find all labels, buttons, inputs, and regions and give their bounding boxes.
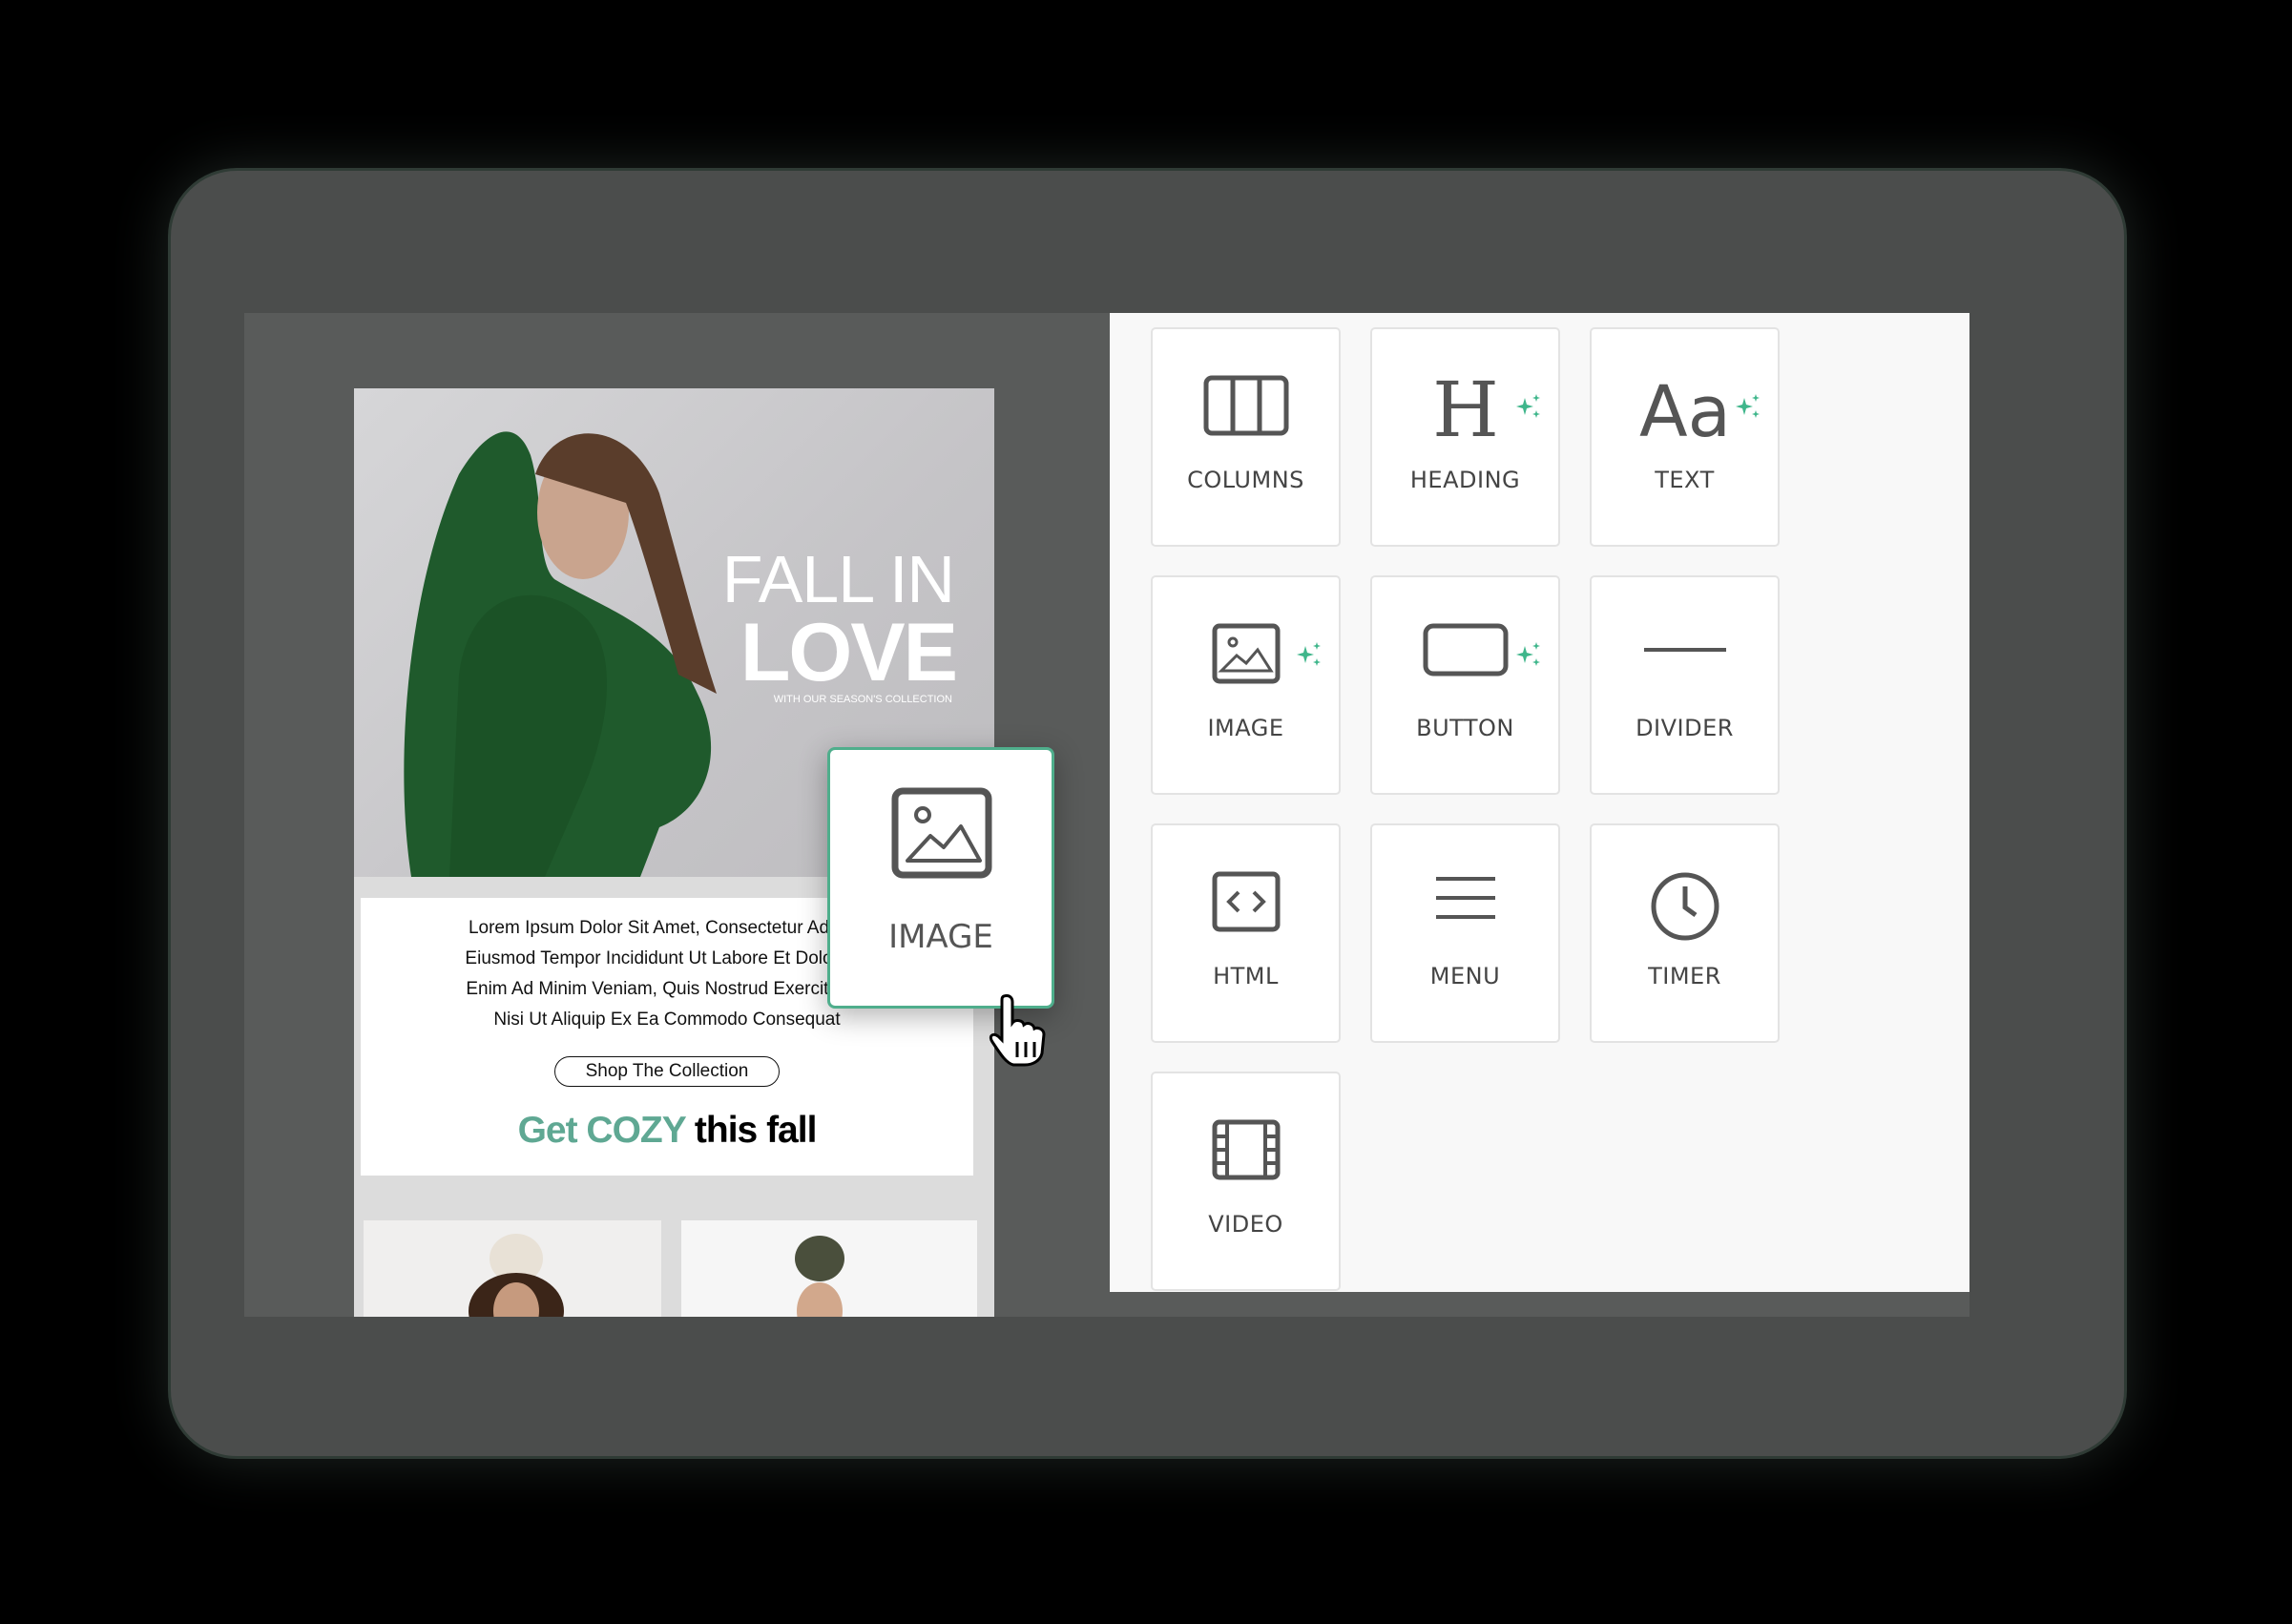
film-icon — [1212, 1119, 1280, 1180]
content-panel: COLUMNS H HEADING Aa TEXT IMAGE BUTTON DIVIDER H… — [1110, 313, 1969, 1292]
divider-icon — [1643, 648, 1726, 652]
tile-label: TIMER — [1648, 963, 1721, 989]
tile-label: DIVIDER — [1636, 715, 1734, 741]
product-image[interactable] — [364, 1220, 661, 1317]
tile-label: TEXT — [1655, 467, 1715, 493]
heading-icon: H — [1432, 375, 1499, 442]
svg-text:Aa: Aa — [1639, 375, 1731, 442]
tile-timer[interactable]: TIMER — [1590, 823, 1780, 1043]
tile-html[interactable]: HTML — [1151, 823, 1341, 1043]
tile-label: COLUMNS — [1187, 467, 1304, 493]
svg-text:H: H — [1432, 375, 1499, 442]
tile-divider[interactable]: DIVIDER — [1590, 575, 1780, 795]
text-icon: Aa — [1639, 375, 1731, 442]
ai-sparkle-icon — [1516, 642, 1540, 666]
tile-label: MENU — [1429, 963, 1501, 989]
image-icon — [891, 787, 992, 879]
tile-video[interactable]: VIDEO — [1151, 1072, 1341, 1291]
tile-text[interactable]: Aa TEXT — [1590, 327, 1780, 547]
tile-image[interactable]: IMAGE — [1151, 575, 1341, 795]
code-icon — [1212, 871, 1280, 932]
tagline: Get COZY this fall — [361, 1110, 973, 1152]
tile-label: VIDEO — [1208, 1211, 1283, 1238]
hero-subtitle: WITH OUR SEASON'S COLLECTION — [773, 694, 952, 705]
tile-label: HEADING — [1409, 467, 1521, 493]
ai-sparkle-icon — [1297, 642, 1321, 666]
tile-columns[interactable]: COLUMNS — [1151, 327, 1341, 547]
hand-cursor-icon — [989, 994, 1046, 1067]
tagline-accent: Get COZY — [517, 1110, 686, 1151]
product-image[interactable] — [681, 1220, 977, 1317]
ai-sparkle-icon — [1736, 394, 1760, 418]
image-icon — [1212, 623, 1280, 684]
tile-menu[interactable]: MENU — [1370, 823, 1560, 1043]
shop-collection-button[interactable]: Shop The Collection — [553, 1056, 781, 1087]
tile-button[interactable]: BUTTON — [1370, 575, 1560, 795]
editor-stage: FALL IN LOVE WITH OUR SEASON'S COLLECTIO… — [244, 313, 1969, 1317]
tagline-rest: this fall — [685, 1110, 818, 1151]
dragging-image-tile[interactable]: IMAGE — [827, 747, 1054, 1009]
menu-icon — [1435, 877, 1495, 919]
clock-icon — [1651, 872, 1719, 941]
drag-label: IMAGE — [888, 918, 993, 956]
tile-label: HTML — [1213, 963, 1279, 989]
columns-icon — [1203, 375, 1288, 436]
tile-label: BUTTON — [1416, 715, 1514, 741]
tile-heading[interactable]: H HEADING — [1370, 327, 1560, 547]
tile-label: IMAGE — [1207, 715, 1284, 741]
ai-sparkle-icon — [1516, 394, 1540, 418]
button-icon — [1423, 623, 1508, 677]
hero-title-line2: LOVE — [740, 607, 958, 698]
body-line: Nisi Ut Aliquip Ex Ea Commodo Consequat — [493, 1010, 841, 1030]
